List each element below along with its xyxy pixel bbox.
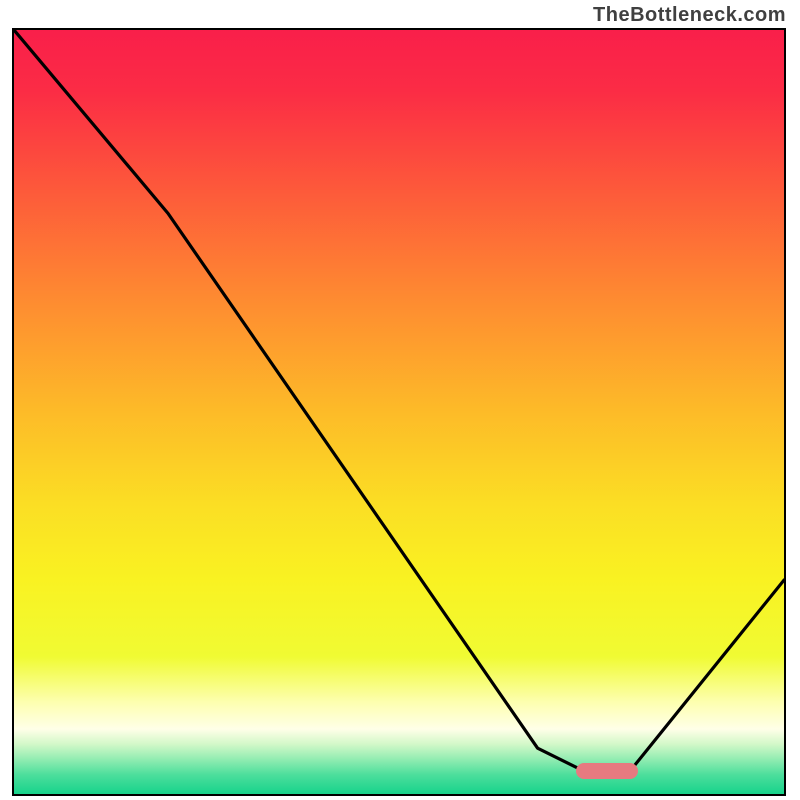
optimum-marker bbox=[576, 763, 638, 779]
chart-frame bbox=[12, 28, 786, 796]
chart-canvas bbox=[14, 30, 784, 794]
gradient-background bbox=[14, 30, 784, 794]
watermark-text: TheBottleneck.com bbox=[593, 4, 786, 27]
